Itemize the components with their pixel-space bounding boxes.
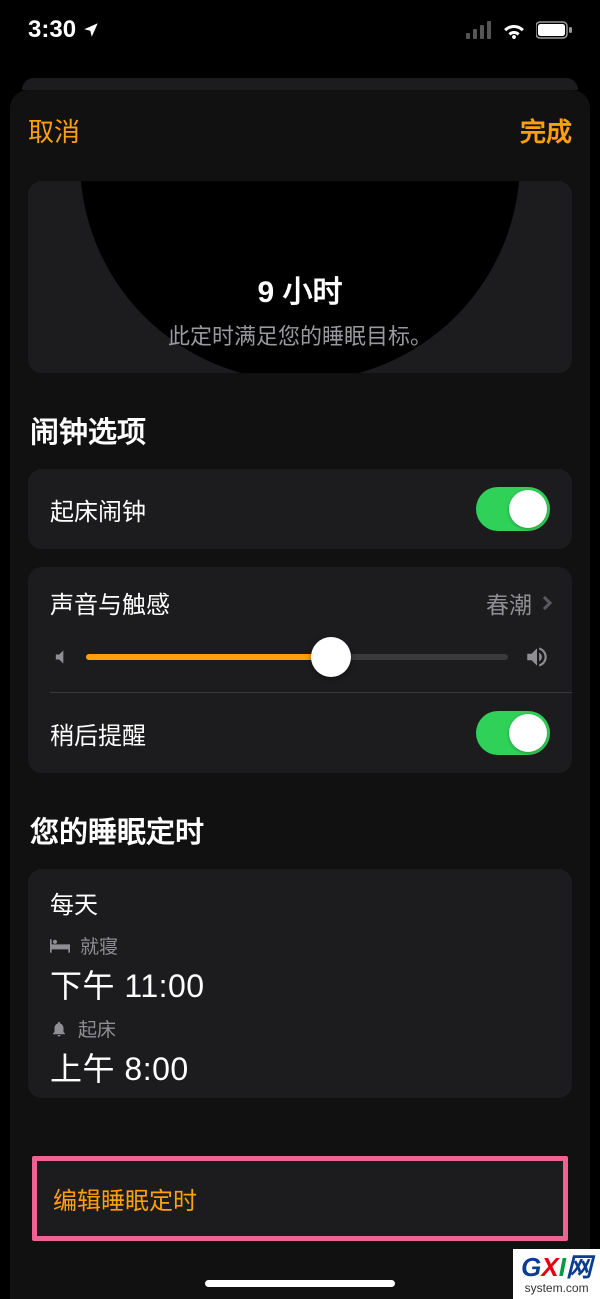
battery-icon — [536, 21, 572, 39]
volume-high-icon — [524, 644, 550, 670]
status-time: 3:30 — [28, 16, 76, 44]
wake-label: 起床 — [78, 1015, 116, 1042]
wake-alarm-card: 起床闹钟 — [28, 469, 572, 549]
snooze-row: 稍后提醒 — [28, 693, 572, 773]
cellular-icon — [466, 21, 492, 39]
sleep-goal-message: 此定时满足您的睡眠目标。 — [168, 319, 432, 351]
wake-alarm-row: 起床闹钟 — [28, 469, 572, 549]
snooze-toggle[interactable] — [476, 711, 550, 755]
sleep-summary-card: 9 小时 此定时满足您的睡眠目标。 — [28, 181, 572, 373]
wifi-icon — [502, 21, 526, 39]
schedule-title: 您的睡眠定时 — [30, 809, 570, 851]
edit-schedule-label: 编辑睡眠定时 — [53, 1188, 197, 1215]
slider-fill — [86, 654, 331, 660]
sleep-duration: 9 小时 — [257, 267, 342, 311]
location-icon — [82, 21, 100, 39]
chevron-right-icon — [538, 595, 552, 609]
cancel-button[interactable]: 取消 — [28, 112, 80, 149]
alarm-options-title: 闹钟选项 — [30, 409, 570, 451]
sound-snooze-card: 声音与触感 春潮 稍后提醒 — [28, 567, 572, 773]
bedtime-label: 就寝 — [80, 932, 118, 959]
sound-value: 春潮 — [486, 586, 532, 620]
wake-alarm-toggle[interactable] — [476, 487, 550, 531]
edit-sheet: 取消 完成 9 小时 此定时满足您的睡眠目标。 闹钟选项 起床闹钟 声音与触感 … — [10, 90, 590, 1299]
volume-slider[interactable] — [86, 654, 508, 660]
done-button[interactable]: 完成 — [520, 112, 572, 149]
home-indicator[interactable] — [205, 1280, 395, 1287]
wake-alarm-label: 起床闹钟 — [50, 492, 146, 527]
volume-low-icon — [50, 647, 70, 667]
bell-icon — [50, 1020, 68, 1038]
bed-icon — [50, 938, 70, 954]
sheet-background-layer — [22, 78, 578, 90]
edit-schedule-button[interactable]: 编辑睡眠定时 — [32, 1156, 568, 1241]
snooze-label: 稍后提醒 — [50, 716, 146, 751]
sheet-header: 取消 完成 — [10, 90, 590, 181]
slider-thumb[interactable] — [311, 637, 351, 677]
bedtime-value: 下午 11:00 — [50, 961, 550, 1007]
volume-slider-row — [28, 638, 572, 692]
schedule-frequency: 每天 — [50, 885, 550, 920]
sound-row[interactable]: 声音与触感 春潮 — [28, 567, 572, 638]
sound-label: 声音与触感 — [50, 585, 170, 620]
status-bar: 3:30 — [0, 0, 600, 60]
schedule-card: 每天 就寝 下午 11:00 起床 上午 8:00 — [28, 869, 572, 1098]
wake-value: 上午 8:00 — [50, 1044, 550, 1090]
watermark: GXI网 system.com — [513, 1249, 600, 1299]
